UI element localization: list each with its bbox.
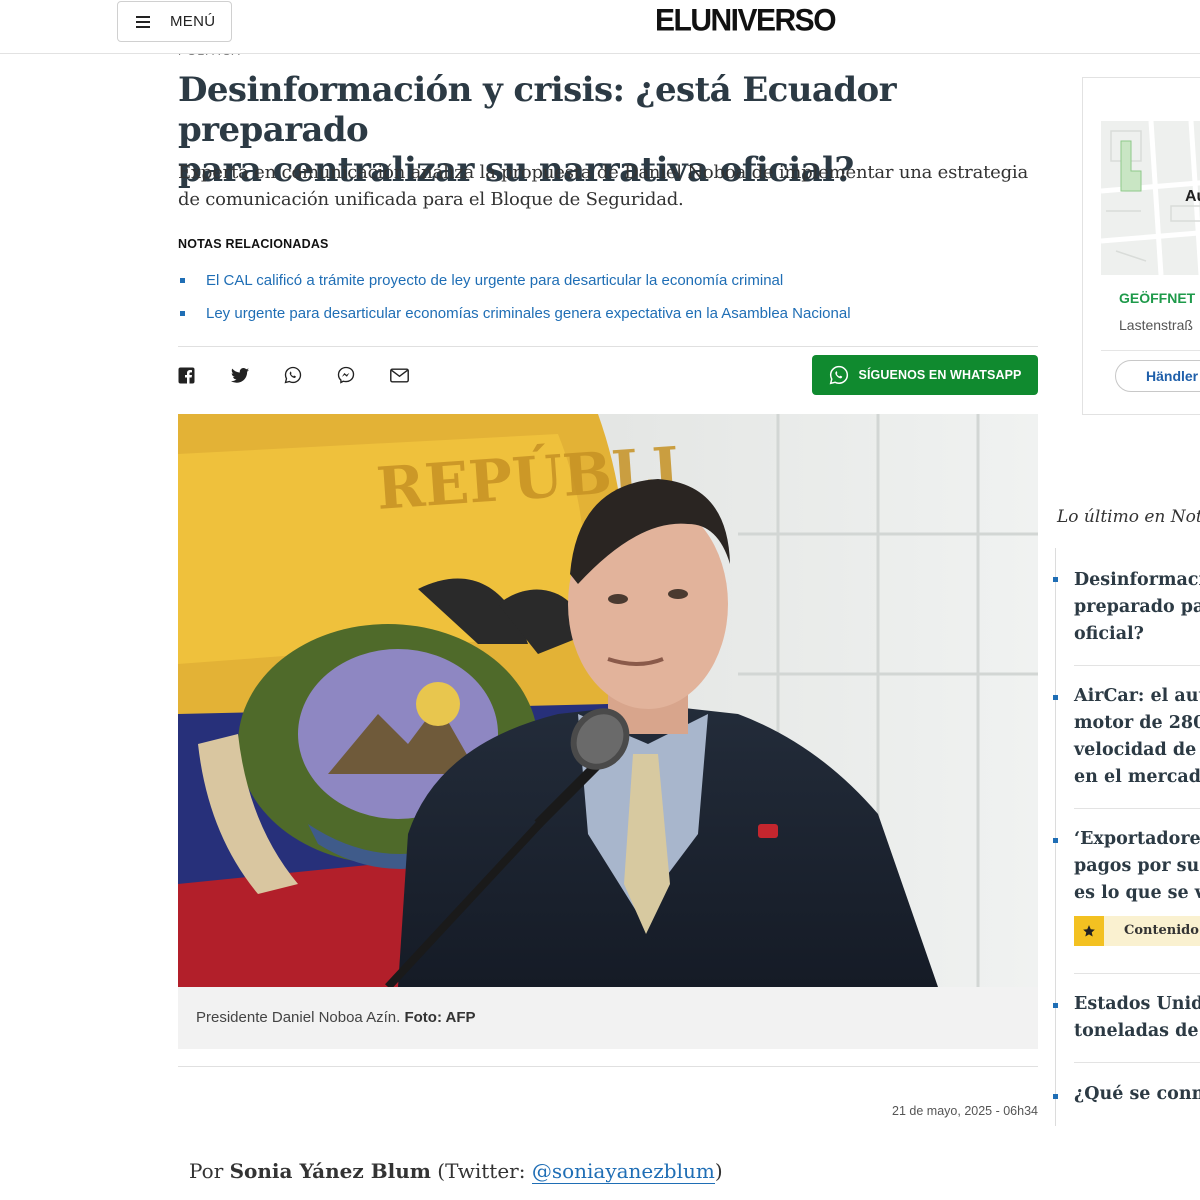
latest-news-item[interactable]: AirCar: el auto motor de 280 c velocidad… [1074,683,1200,791]
latest-item-line: velocidad de 25 [1074,740,1200,760]
mail-icon[interactable] [390,364,443,386]
latest-item-line: oficial? [1074,624,1144,644]
latest-item-line: ¿Qué se conme [1074,1084,1200,1104]
caption-text: Presidente Daniel Noboa Azín. [196,1009,401,1026]
messenger-icon[interactable] [337,364,390,386]
ad-map: Au [1101,121,1200,275]
menu-button[interactable]: MENÚ [117,1,232,42]
menu-label: MENÚ [170,13,216,30]
ad-address: Lastenstraß [1119,317,1193,333]
whatsapp-icon [829,365,848,385]
bullet-icon [1053,1003,1058,1008]
latest-news-item[interactable]: ‘Exportadores pagos por sus es lo que se… [1074,826,1200,907]
divider [1074,1062,1200,1063]
map-label: Au [1185,188,1200,205]
latest-item-line: preparado para [1074,597,1200,617]
bullet-icon [1053,695,1058,700]
divider [178,1066,1038,1067]
sidebar-advertisement[interactable]: Au GEÖFFNET Lastenstraß Händler [1082,77,1200,415]
byline-twitter-close: ) [714,1159,723,1183]
latest-news-item[interactable]: Estados Unido toneladas de d [1074,991,1200,1045]
bullet-icon [180,278,185,283]
publish-date: 21 de mayo, 2025 - 06h34 [892,1104,1038,1118]
byline: Por Sonia Yánez Blum (Twitter: @soniayan… [189,1159,723,1184]
star-icon [1074,916,1104,946]
latest-item-line: Estados Unido [1074,994,1200,1014]
bullet-icon [1053,577,1058,582]
related-note-link[interactable]: Ley urgente para desarticular economías … [206,305,851,322]
premium-content-badge: Contenido p [1074,916,1200,946]
whatsapp-icon[interactable] [284,364,337,386]
related-note: El CAL calificó a trámite proyecto de le… [178,270,1038,303]
bullet-icon [1053,1094,1058,1099]
twitter-handle-link[interactable]: @soniayanezblum [531,1159,715,1184]
divider [1074,808,1200,809]
latest-timeline [1055,548,1056,1126]
article-photo: REPÚBLI [178,414,1038,987]
divider [1074,973,1200,974]
facebook-icon[interactable] [178,364,231,386]
related-notes-list: El CAL calificó a trámite proyecto de le… [178,270,1038,336]
ad-status: GEÖFFNET [1119,290,1196,306]
bullet-icon [1053,838,1058,843]
byline-twitter-open: (Twitter: [437,1159,526,1183]
whatsapp-follow-button[interactable]: SÍGUENOS EN WHATSAPP [812,355,1038,395]
ad-dealer-button[interactable]: Händler [1115,360,1200,392]
byline-prefix: Por [189,1159,224,1183]
latest-item-line: en el mercado [1074,767,1200,787]
latest-item-line: toneladas de d [1074,1021,1200,1041]
divider [1074,665,1200,666]
related-note: Ley urgente para desarticular economías … [178,303,1038,336]
divider [178,346,1038,347]
whatsapp-button-label: SÍGUENOS EN WHATSAPP [858,368,1022,382]
bullet-icon [180,311,185,316]
latest-news-item[interactable]: Desinformació preparado para oficial? [1074,567,1200,648]
premium-label: Contenido p [1124,923,1200,938]
site-header: MENÚ ELUNIVERSO [0,0,1200,54]
divider [1101,350,1200,351]
photo-credit: Foto: AFP [404,1009,476,1026]
photo-caption: Presidente Daniel Noboa Azín. Foto: AFP [178,987,1038,1049]
twitter-icon[interactable] [231,364,284,386]
headline-line-1: Desinformación y crisis: ¿está Ecuador p… [178,70,896,150]
latest-item-line: AirCar: el auto [1074,686,1200,706]
latest-news-title: Lo último en Not [1057,507,1200,527]
related-notes-title: NOTAS RELACIONADAS [178,237,329,251]
related-note-link[interactable]: El CAL calificó a trámite proyecto de le… [206,272,783,289]
hamburger-icon [136,16,150,28]
latest-item-line: es lo que se vie [1074,883,1200,903]
site-logo[interactable]: ELUNIVERSO [655,3,837,39]
latest-news-item[interactable]: ¿Qué se conme [1074,1081,1200,1108]
latest-item-line: motor de 280 c [1074,713,1200,733]
byline-author: Sonia Yánez Blum [229,1159,431,1183]
article-summary: Experta en comunicación analiza la propu… [178,162,1029,210]
latest-item-line: pagos por sus [1074,856,1200,876]
share-bar [178,364,443,386]
latest-item-line: Desinformació [1074,570,1200,590]
latest-item-line: ‘Exportadores [1074,829,1200,849]
